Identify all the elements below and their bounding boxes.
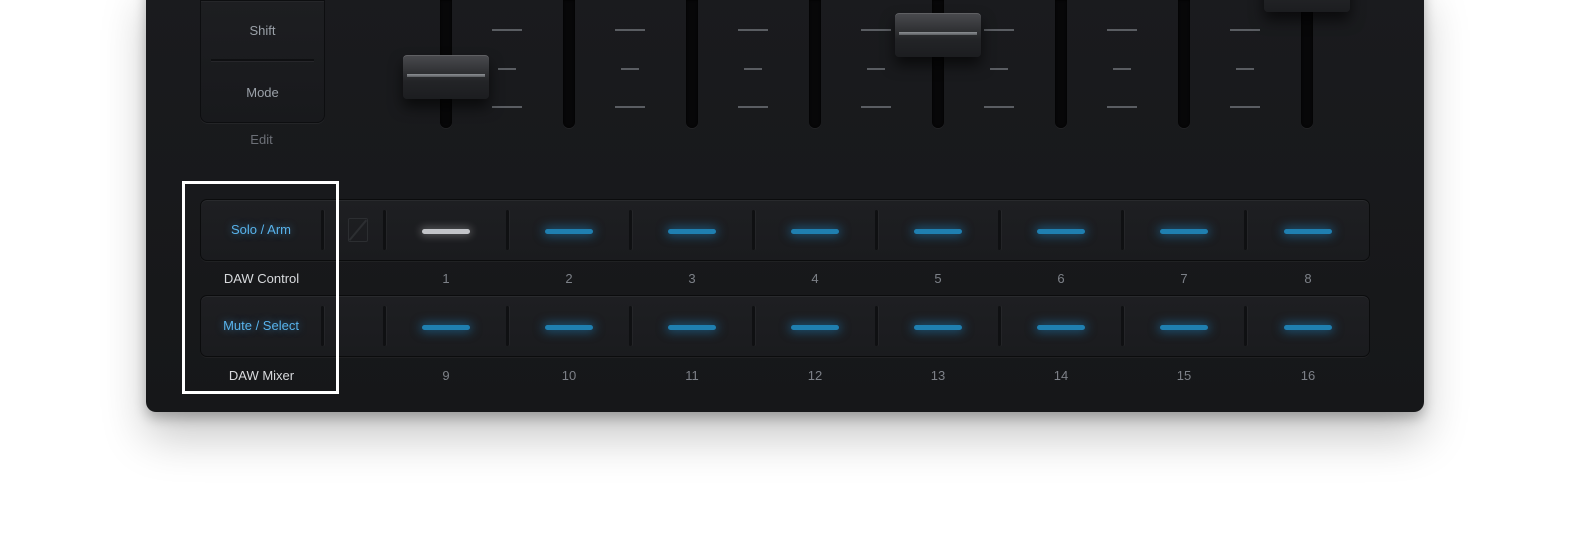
pad-number: 2 <box>565 271 573 286</box>
pad-16[interactable] <box>1284 325 1332 330</box>
shift-mode-button[interactable]: Shift Mode <box>200 0 325 123</box>
fader-7-track[interactable] <box>1178 0 1190 128</box>
pad-4[interactable] <box>791 229 839 234</box>
pad-8[interactable] <box>1284 229 1332 234</box>
pad-10[interactable] <box>545 325 593 330</box>
pad-15[interactable] <box>1160 325 1208 330</box>
pad-number: 1 <box>442 271 450 286</box>
fader-5-cap[interactable] <box>895 13 981 57</box>
focus-highlight-box <box>182 181 339 394</box>
pad-number: 7 <box>1180 271 1188 286</box>
shift-mode-divider <box>211 59 314 61</box>
pad-13[interactable] <box>914 325 962 330</box>
pad-5[interactable] <box>914 229 962 234</box>
fader-4-track[interactable] <box>809 0 821 128</box>
pad-number: 5 <box>934 271 942 286</box>
pad-number: 16 <box>1300 368 1316 383</box>
pad-number: 4 <box>811 271 819 286</box>
mode-label[interactable]: Mode <box>201 85 324 100</box>
pad-number: 11 <box>685 368 699 383</box>
edit-label: Edit <box>250 132 273 147</box>
pad-number: 13 <box>930 368 946 383</box>
pad-number: 6 <box>1057 271 1065 286</box>
pad-number: 9 <box>442 368 450 383</box>
pad-9[interactable] <box>422 325 470 330</box>
pad-number: 15 <box>1176 368 1192 383</box>
fader-1-cap[interactable] <box>403 55 489 99</box>
fader-8-cap[interactable] <box>1264 0 1350 12</box>
shift-label[interactable]: Shift <box>201 23 324 38</box>
pad-6[interactable] <box>1037 229 1085 234</box>
pad-1[interactable] <box>422 229 470 234</box>
fader-2-track[interactable] <box>563 0 575 128</box>
pad-number: 12 <box>807 368 823 383</box>
pad-number: 14 <box>1053 368 1069 383</box>
pad-number: 3 <box>688 271 696 286</box>
pad-7[interactable] <box>1160 229 1208 234</box>
pad-number: 8 <box>1304 271 1312 286</box>
fader-6-track[interactable] <box>1055 0 1067 128</box>
pad-2[interactable] <box>545 229 593 234</box>
slash-box-icon <box>348 218 368 242</box>
pad-14[interactable] <box>1037 325 1085 330</box>
fader-8-track[interactable] <box>1301 0 1313 128</box>
pad-11[interactable] <box>668 325 716 330</box>
pad-number: 10 <box>561 368 577 383</box>
fader-3-track[interactable] <box>686 0 698 128</box>
pad-3[interactable] <box>668 229 716 234</box>
pad-12[interactable] <box>791 325 839 330</box>
